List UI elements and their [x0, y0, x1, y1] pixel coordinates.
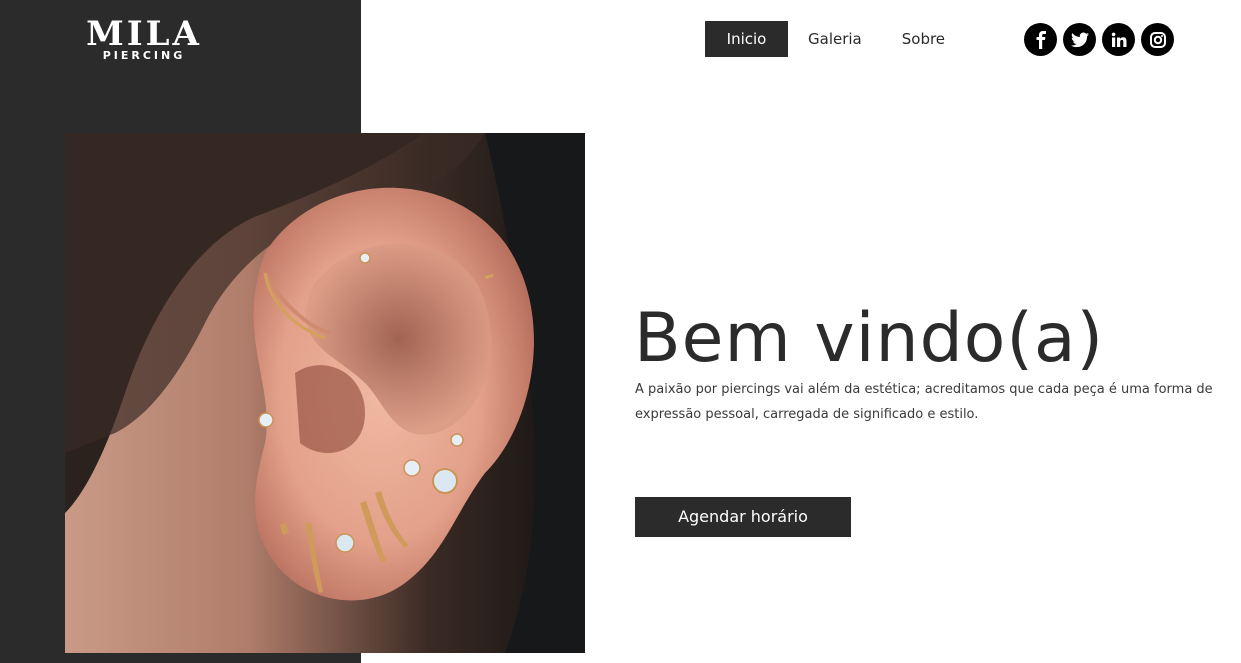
- brand-name: MILA: [86, 14, 202, 54]
- instagram-icon[interactable]: [1141, 23, 1174, 56]
- brand-logo[interactable]: MILA PIERCING: [84, 16, 204, 62]
- hero-ear-piercing-photo: [65, 133, 585, 653]
- hero-title: Bem vindo(a): [634, 299, 1105, 378]
- nav-item-inicio[interactable]: Inicio: [705, 21, 788, 57]
- social-links: [1024, 23, 1174, 56]
- main-nav: Inicio Galeria Sobre: [705, 21, 945, 57]
- nav-item-sobre[interactable]: Sobre: [902, 21, 945, 57]
- nav-item-galeria[interactable]: Galeria: [808, 21, 862, 57]
- twitter-icon[interactable]: [1063, 23, 1096, 56]
- linkedin-icon[interactable]: [1102, 23, 1135, 56]
- schedule-appointment-button[interactable]: Agendar horário: [635, 497, 851, 537]
- facebook-icon[interactable]: [1024, 23, 1057, 56]
- hero-description: A paixão por piercings vai além da estét…: [635, 382, 1213, 422]
